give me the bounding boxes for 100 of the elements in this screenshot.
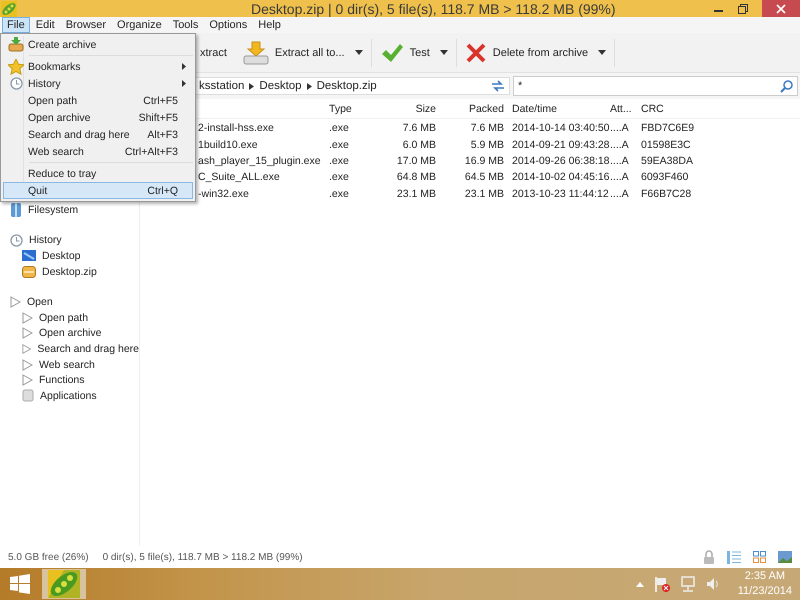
menu-item[interactable]: Help bbox=[253, 17, 286, 33]
table-cell-text: 23.1 MB bbox=[464, 188, 505, 200]
table-cell-text: 59EA38DA bbox=[640, 154, 694, 167]
drive-icon bbox=[10, 202, 22, 217]
play-triangle-icon bbox=[22, 312, 33, 324]
breadcrumb[interactable]: Desktop bbox=[259, 80, 302, 92]
sidebar-item[interactable]: Search and drag here bbox=[10, 341, 139, 357]
table-cell-text: ....A bbox=[609, 122, 630, 134]
menu-item[interactable]: Open archive Shift+F5 bbox=[3, 109, 193, 126]
toolbar-button[interactable]: Extract all to... bbox=[238, 40, 349, 66]
close-icon bbox=[776, 4, 786, 14]
windows-logo-icon[interactable] bbox=[10, 574, 30, 594]
drive-download-icon bbox=[242, 40, 269, 66]
filter-field[interactable]: * bbox=[513, 76, 798, 96]
sidebar-item[interactable]: Functions bbox=[10, 372, 139, 388]
menu-item[interactable]: History bbox=[3, 75, 193, 92]
table-cell-text: 2014-09-21 09:43:28 bbox=[511, 138, 608, 151]
play-triangle-icon bbox=[22, 358, 33, 371]
column-header[interactable]: Att... bbox=[608, 102, 638, 114]
sidebar-item[interactable]: History bbox=[10, 232, 139, 248]
play-triangle-icon bbox=[22, 342, 32, 355]
search-icon[interactable] bbox=[780, 80, 793, 92]
dropdown-caret-icon[interactable] bbox=[354, 50, 363, 55]
table-cell-text: .exe bbox=[328, 188, 350, 200]
table-cell-text: 64.5 MB bbox=[464, 171, 505, 184]
menu-item[interactable]: Create archive bbox=[3, 36, 193, 53]
menu-item[interactable]: Bookmarks bbox=[3, 58, 193, 75]
column-header[interactable]: Packed bbox=[439, 102, 507, 114]
sidebar-item[interactable]: Web search bbox=[10, 356, 139, 372]
clock-icon bbox=[10, 77, 22, 90]
status-text: 5.0 GB free (26%) bbox=[8, 552, 89, 562]
menu-item[interactable]: Web search Ctrl+Alt+F3 bbox=[3, 143, 193, 160]
play-triangle-icon bbox=[22, 374, 33, 386]
delete-icon bbox=[464, 42, 487, 64]
table-cell-text: 2-install-hss.exe bbox=[197, 122, 275, 134]
toolbar-button[interactable]: Test bbox=[376, 42, 434, 64]
menu-item[interactable]: Organize bbox=[112, 17, 167, 33]
grid-view-icon[interactable] bbox=[753, 551, 766, 563]
breadcrumb-arrow-icon bbox=[249, 82, 254, 90]
table-cell-text: ....A bbox=[609, 154, 630, 167]
column-header[interactable]: Date/time bbox=[507, 102, 608, 114]
dropdown-caret-icon[interactable] bbox=[440, 50, 448, 55]
table-cell-text: .exe bbox=[328, 122, 350, 134]
table-cell-text: ....A bbox=[609, 171, 630, 184]
caret-up-icon[interactable] bbox=[636, 582, 644, 586]
restore-icon[interactable] bbox=[738, 4, 748, 14]
toolbar-button[interactable]: Delete from archive bbox=[460, 42, 592, 64]
menu-item[interactable]: Quit Ctrl+Q bbox=[3, 182, 193, 199]
desktop-icon bbox=[22, 250, 36, 262]
filter-text: * bbox=[518, 80, 522, 92]
sidebar-item[interactable]: Open archive bbox=[10, 326, 139, 342]
clock-icon bbox=[10, 234, 23, 247]
menu-item[interactable]: Reduce to tray bbox=[3, 165, 193, 182]
dropdown-caret-icon[interactable] bbox=[598, 50, 606, 55]
breadcrumb[interactable]: ksstation bbox=[199, 80, 244, 92]
taskbar-app-button[interactable] bbox=[42, 569, 86, 599]
table-cell-text: 2013-10-23 11:44:12 bbox=[511, 188, 608, 200]
table-cell-text: -win32.exe bbox=[197, 188, 250, 200]
menu-item[interactable]: Options bbox=[204, 17, 252, 33]
table-cell-text: 6093F460 bbox=[640, 171, 690, 184]
menu-item[interactable]: Open path Ctrl+F5 bbox=[3, 92, 193, 109]
sidebar-item[interactable]: Filesystem bbox=[10, 202, 139, 218]
star-icon bbox=[8, 58, 24, 74]
archive-icon bbox=[22, 266, 36, 278]
menu-item[interactable]: Browser bbox=[60, 17, 112, 33]
toolbar-button[interactable]: xtract bbox=[196, 46, 231, 58]
table-cell-text: 7.6 MB bbox=[470, 122, 505, 134]
table-cell-text: 7.6 MB bbox=[402, 122, 437, 134]
check-icon bbox=[380, 42, 404, 64]
table-cell-text: 64.8 MB bbox=[396, 171, 437, 184]
column-header[interactable]: CRC bbox=[638, 102, 718, 114]
table-cell-text: 1build10.exe bbox=[197, 138, 259, 151]
breadcrumb[interactable]: Desktop.zip bbox=[316, 80, 377, 92]
flag-error-icon[interactable] bbox=[654, 576, 670, 592]
table-cell-text: 23.1 MB bbox=[396, 188, 437, 200]
menu-item[interactable]: Search and drag here Alt+F3 bbox=[3, 126, 193, 143]
sidebar-item[interactable]: Open path bbox=[10, 310, 139, 326]
column-header[interactable]: Size bbox=[391, 102, 439, 114]
table-cell-text: ....A bbox=[609, 138, 630, 151]
table-cell-text: 5.9 MB bbox=[470, 138, 505, 151]
refresh-icon[interactable] bbox=[491, 80, 505, 92]
table-cell-text: C_Suite_ALL.exe bbox=[197, 171, 281, 184]
sidebar-item[interactable]: Applications bbox=[10, 388, 139, 404]
column-header[interactable]: Type bbox=[326, 102, 391, 114]
play-triangle-icon bbox=[10, 296, 21, 308]
table-cell-text: 2014-09-26 06:38:18 bbox=[511, 154, 608, 167]
table-cell-text: ash_player_15_plugin.exe bbox=[197, 154, 322, 167]
applications-icon bbox=[22, 389, 34, 402]
archive-add-icon bbox=[8, 37, 24, 52]
pea-pod-icon bbox=[48, 570, 80, 598]
lock-icon[interactable] bbox=[703, 550, 715, 564]
sidebar-item[interactable]: Desktop.zip bbox=[10, 264, 139, 280]
menu-item[interactable]: Edit bbox=[30, 17, 60, 33]
close-button[interactable] bbox=[762, 0, 800, 17]
sidebar-item[interactable]: Desktop bbox=[10, 248, 139, 264]
sidebar-item[interactable]: Open bbox=[10, 294, 139, 310]
menu-item[interactable]: File bbox=[2, 17, 30, 33]
table-cell-text: .exe bbox=[328, 171, 350, 184]
menu-item[interactable]: Tools bbox=[168, 17, 204, 33]
play-triangle-icon bbox=[22, 327, 33, 340]
